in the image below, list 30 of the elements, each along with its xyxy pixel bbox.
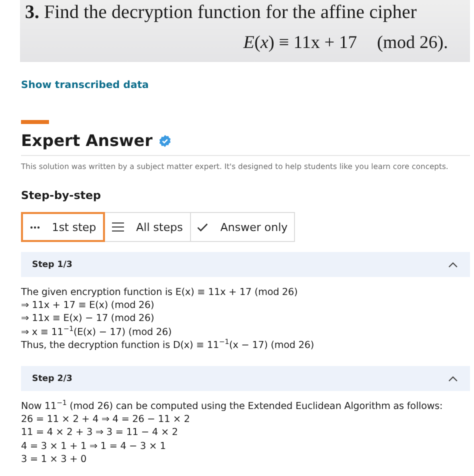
check-icon [197,222,208,232]
solution-line: Thus, the decryption function is D(x) ≡ 11$^{−1}$(x − 17) (mod 26) [21,338,315,352]
menu-icon [112,222,124,232]
step-title: Step 1/3 [32,260,72,270]
solution-line: 3 = 1 × 3 + 0 [21,452,88,466]
solution-line: ⇒ x ≡ 11$^{−1}$(E(x) − 17) (mod 26) [21,326,173,339]
expert-answer-title: Expert Answer [21,131,152,150]
chevron-icon[interactable] [448,376,458,382]
verified-badge-icon [159,134,172,146]
step-title: Step 2/3 [32,374,72,384]
question-formula: E(x) ≡ 11x + 17 [243,32,357,53]
mode-tab[interactable]: 1st step [21,212,105,242]
mode-tab[interactable]: All steps [105,212,191,242]
solution-line: 4 = 3 × 1 + 1 ⇒ 1 = 4 − 3 × 1 [21,440,167,453]
solution-line: Now 11$^{−1}$ (mod 26) can be computed using the Extended Euclidean Algorithm as follows: [21,400,444,414]
solution-line: The given encryption function is E(x) ≡ 11x + 17 (mod 26) [21,286,299,300]
solution-line: 11 = 4 × 2 + 3 ⇒ 3 = 11 − 4 × 2 [21,426,179,440]
solution-line: 26 = 11 × 2 + 4 ⇒ 4 = 26 − 11 × 2 [21,413,191,426]
solution-line: ⇒ 11x ≡ E(x) − 17 (mod 26) [21,312,156,326]
question-modulus: (mod 26). [377,32,448,53]
dots-icon [30,226,40,228]
show-transcribed-link[interactable]: Show transcribed data [21,80,149,91]
step-header[interactable]: Step 2/3 [21,366,470,392]
mode-tab[interactable]: Answer only [191,212,295,242]
question-number: 3. [25,2,40,23]
step-header[interactable]: Step 1/3 [21,252,470,277]
question-text: Find the decryption function for the affine cipher [44,2,417,23]
chevron-icon[interactable] [448,262,458,268]
solution-line: ⇒ 11x + 17 ≡ E(x) (mod 26) [21,299,156,312]
step-by-step-heading: Step-by-step [21,189,102,202]
